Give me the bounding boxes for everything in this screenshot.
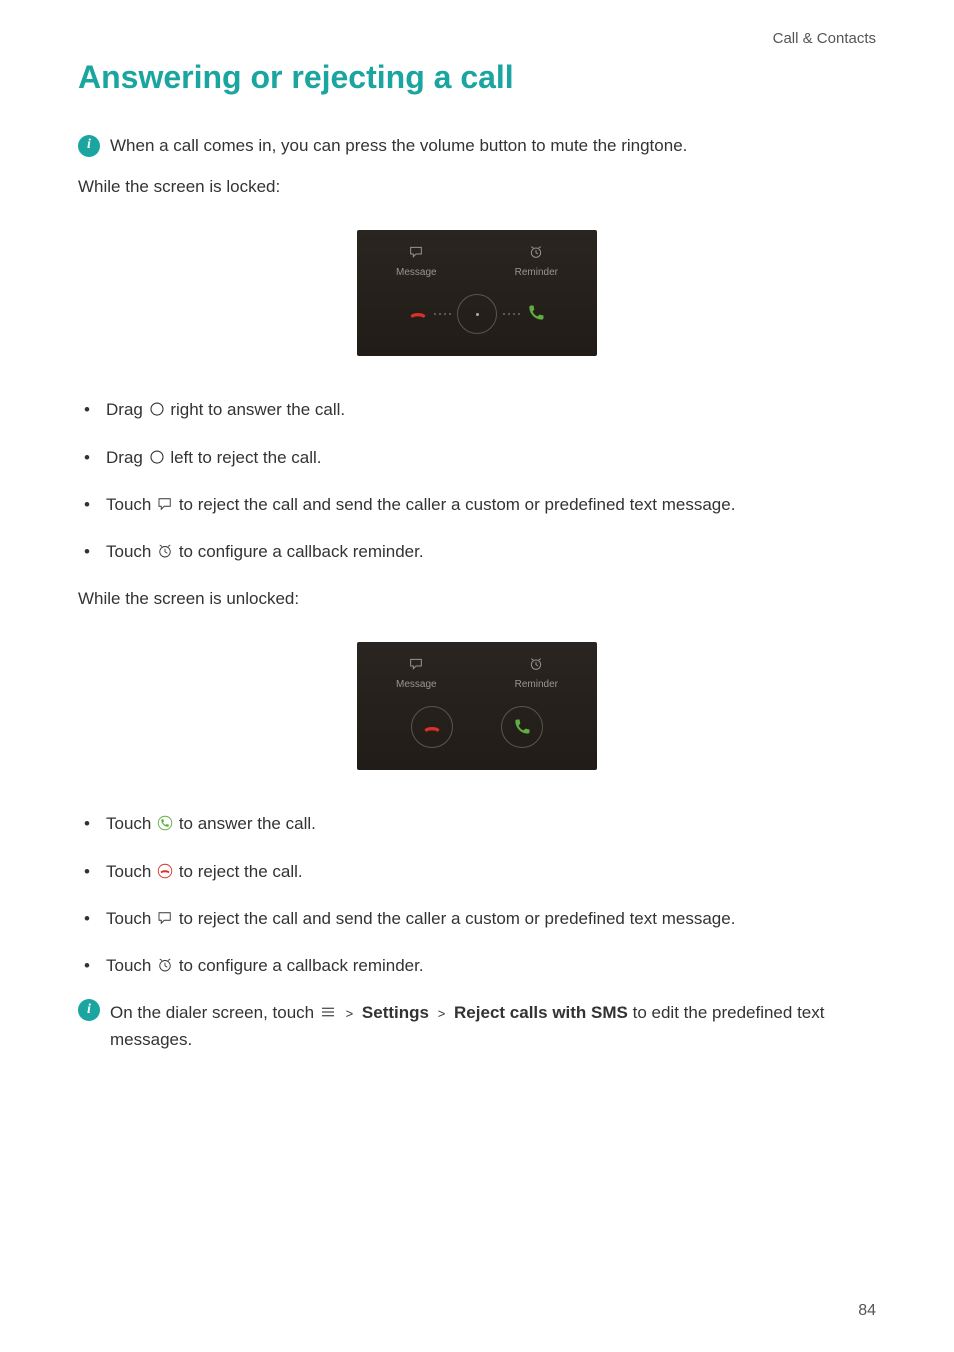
text: Touch xyxy=(106,862,156,881)
instr-drag-left: Drag left to reject the call. xyxy=(78,444,876,471)
instr-touch-reminder: Touch to configure a callback reminder. xyxy=(78,952,876,979)
phone-ui-unlocked: Message Reminder xyxy=(357,642,597,770)
settings-label: Settings xyxy=(362,1003,429,1022)
instr-drag-right: Drag right to answer the call. xyxy=(78,396,876,423)
tip-edit-sms: i On the dialer screen, touch > Settings… xyxy=(78,999,876,1053)
text: On the dialer screen, touch xyxy=(110,1003,319,1022)
instr-touch-reminder: Touch to configure a callback reminder. xyxy=(78,538,876,565)
alarm-clock-icon xyxy=(528,244,544,263)
text: to reject the call and send the caller a… xyxy=(179,909,736,928)
instr-touch-message: Touch to reject the call and send the ca… xyxy=(78,905,876,932)
text: to reject the call. xyxy=(179,862,303,881)
menu-icon xyxy=(319,1003,337,1021)
reject-sms-label: Reject calls with SMS xyxy=(454,1003,628,1022)
unlocked-intro: While the screen is unlocked: xyxy=(78,585,876,612)
text: to answer the call. xyxy=(179,814,316,833)
text: Drag xyxy=(106,400,148,419)
text: Touch xyxy=(106,956,156,975)
info-icon: i xyxy=(78,135,100,157)
text: to configure a callback reminder. xyxy=(179,542,424,561)
slider-dots-left xyxy=(434,313,451,315)
separator: > xyxy=(346,1006,354,1021)
text: to reject the call and send the caller a… xyxy=(179,495,736,514)
slider-handle xyxy=(457,294,497,334)
info-icon: i xyxy=(78,999,100,1021)
message-option: Message xyxy=(396,244,437,278)
text: Touch xyxy=(106,909,156,928)
circle-icon xyxy=(148,400,166,418)
instr-touch-reject: Touch to reject the call. xyxy=(78,858,876,885)
speech-bubble-icon xyxy=(156,495,174,513)
page-title: Answering or rejecting a call xyxy=(78,59,876,96)
circle-icon xyxy=(148,448,166,466)
tip-mute-ringtone: i When a call comes in, you can press th… xyxy=(78,132,876,159)
unlocked-screenshot: Message Reminder xyxy=(78,642,876,770)
speech-bubble-icon xyxy=(156,909,174,927)
text: Touch xyxy=(106,495,156,514)
page-number: 84 xyxy=(858,1302,876,1320)
alarm-clock-icon xyxy=(156,542,174,560)
section-header: Call & Contacts xyxy=(78,30,876,47)
text: left to reject the call. xyxy=(170,448,321,467)
text: right to answer the call. xyxy=(170,400,345,419)
slider-dots-right xyxy=(503,313,520,315)
text: Touch xyxy=(106,814,156,833)
text: Drag xyxy=(106,448,148,467)
locked-screenshot: Message Reminder xyxy=(78,230,876,356)
separator: > xyxy=(438,1006,446,1021)
alarm-clock-icon xyxy=(528,656,544,675)
instr-touch-answer: Touch to answer the call. xyxy=(78,810,876,837)
text: Touch xyxy=(106,542,156,561)
instr-touch-message: Touch to reject the call and send the ca… xyxy=(78,491,876,518)
hangup-icon xyxy=(408,303,428,326)
speech-bubble-icon xyxy=(408,244,424,263)
unlocked-instructions: Touch to answer the call. Touch to rejec… xyxy=(78,810,876,979)
reject-button xyxy=(411,706,453,748)
answer-button xyxy=(501,706,543,748)
message-label: Message xyxy=(396,267,437,278)
answer-circle-icon xyxy=(156,814,174,832)
reminder-option: Reminder xyxy=(515,656,558,690)
tip-text: On the dialer screen, touch > Settings >… xyxy=(110,999,876,1053)
message-option: Message xyxy=(396,656,437,690)
answer-icon xyxy=(526,303,546,326)
reject-circle-icon xyxy=(156,862,174,880)
reminder-label: Reminder xyxy=(515,679,558,690)
phone-ui-locked: Message Reminder xyxy=(357,230,597,356)
speech-bubble-icon xyxy=(408,656,424,675)
text: to configure a callback reminder. xyxy=(179,956,424,975)
locked-instructions: Drag right to answer the call. Drag left… xyxy=(78,396,876,565)
alarm-clock-icon xyxy=(156,956,174,974)
locked-intro: While the screen is locked: xyxy=(78,173,876,200)
message-label: Message xyxy=(396,679,437,690)
reminder-option: Reminder xyxy=(515,244,558,278)
reminder-label: Reminder xyxy=(515,267,558,278)
tip-text: When a call comes in, you can press the … xyxy=(110,132,687,159)
